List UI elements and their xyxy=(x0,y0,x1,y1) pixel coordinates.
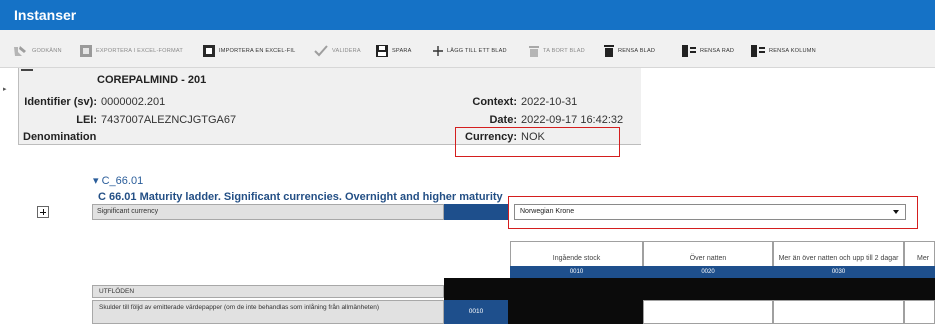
plus-icon xyxy=(433,46,443,56)
expand-arrow-icon[interactable]: ▸ xyxy=(3,85,7,93)
lei-value: 7437007ALEZNCJGTGA67 xyxy=(101,114,237,126)
toolbar: GODKÄNN EXPORTERA I EXCEL-FORMAT IMPORTE… xyxy=(0,30,935,68)
context-label: Context: xyxy=(472,96,517,108)
column-code: 0010 xyxy=(510,266,643,278)
clear-column-icon xyxy=(751,45,765,57)
lei-label: LEI: xyxy=(76,114,97,126)
delete-sheet-label: TA BORT BLAD xyxy=(543,48,585,54)
export-excel-button[interactable]: EXPORTERA I EXCEL-FORMAT xyxy=(80,44,183,58)
approve-button[interactable]: GODKÄNN xyxy=(12,44,62,58)
window-titlebar: Instanser xyxy=(0,0,935,30)
delete-sheet-button[interactable]: TA BORT BLAD xyxy=(529,44,585,58)
date-label: Date: xyxy=(489,114,517,126)
clear-sheet-icon xyxy=(604,45,614,57)
row-code: 0010 xyxy=(444,300,508,324)
significant-currency-label: Significant currency xyxy=(92,204,444,220)
currency-select-highlight-box xyxy=(508,196,918,229)
table-row-label: Skulder till följd av emitterade värdepa… xyxy=(92,300,444,324)
significant-currency-code-cell xyxy=(444,204,508,220)
approve-label: GODKÄNN xyxy=(32,48,62,54)
column-code xyxy=(904,266,935,278)
table-cell-input[interactable] xyxy=(904,300,935,324)
import-excel-icon xyxy=(203,45,215,57)
clear-row-icon xyxy=(682,45,696,57)
section-title: C 66.01 Maturity ladder. Significant cur… xyxy=(98,191,503,203)
save-button[interactable]: SPARA xyxy=(376,44,412,58)
date-value: 2022-09-17 16:42:32 xyxy=(521,114,624,126)
add-row-plus-icon[interactable] xyxy=(37,206,49,218)
context-value: 2022-10-31 xyxy=(521,96,578,108)
checkmark-icon xyxy=(314,45,328,57)
section-toggle[interactable]: ▾ C_66.01 xyxy=(93,174,143,187)
save-label: SPARA xyxy=(392,48,412,54)
window-title: Instanser xyxy=(14,7,77,23)
clear-column-label: RENSA KOLUMN xyxy=(769,48,816,54)
collapse-dash-icon[interactable] xyxy=(21,69,33,71)
validate-label: VALIDERA xyxy=(332,48,361,54)
disabled-cell xyxy=(508,278,643,324)
add-sheet-label: LÄGG TILL ETT BLAD xyxy=(447,48,507,54)
export-excel-label: EXPORTERA I EXCEL-FORMAT xyxy=(96,48,183,54)
add-sheet-button[interactable]: LÄGG TILL ETT BLAD xyxy=(433,44,507,58)
table-cell-input[interactable] xyxy=(643,300,773,324)
section-code: C_66.01 xyxy=(101,175,144,187)
clear-column-button[interactable]: RENSA KOLUMN xyxy=(751,44,816,58)
table-cell-input[interactable] xyxy=(773,300,904,324)
identifier-value: 0000002.201 xyxy=(101,96,166,108)
validate-button[interactable]: VALIDERA xyxy=(314,44,361,58)
instance-name: COREPALMIND - 201 xyxy=(97,74,207,86)
column-code: 0020 xyxy=(643,266,773,278)
import-excel-label: IMPORTERA EN EXCEL-FIL xyxy=(219,48,296,54)
import-excel-button[interactable]: IMPORTERA EN EXCEL-FIL xyxy=(203,44,295,58)
clear-row-label: RENSA RAD xyxy=(700,48,735,54)
clear-sheet-button[interactable]: RENSA BLAD xyxy=(604,44,655,58)
trash-icon xyxy=(529,46,539,57)
column-code: 0030 xyxy=(773,266,904,278)
denomination-label: Denomination xyxy=(23,131,97,143)
save-icon xyxy=(376,45,388,57)
approve-icon xyxy=(14,46,26,56)
currency-highlight-box xyxy=(455,127,620,157)
clear-row-button[interactable]: RENSA RAD xyxy=(682,44,734,58)
identifier-label: Identifier (sv): xyxy=(24,96,97,108)
export-excel-icon xyxy=(80,45,92,57)
clear-sheet-label: RENSA BLAD xyxy=(618,48,656,54)
chevron-down-icon: ▾ xyxy=(93,175,99,187)
group-header-utfloden: UTFLÖDEN xyxy=(92,285,444,298)
